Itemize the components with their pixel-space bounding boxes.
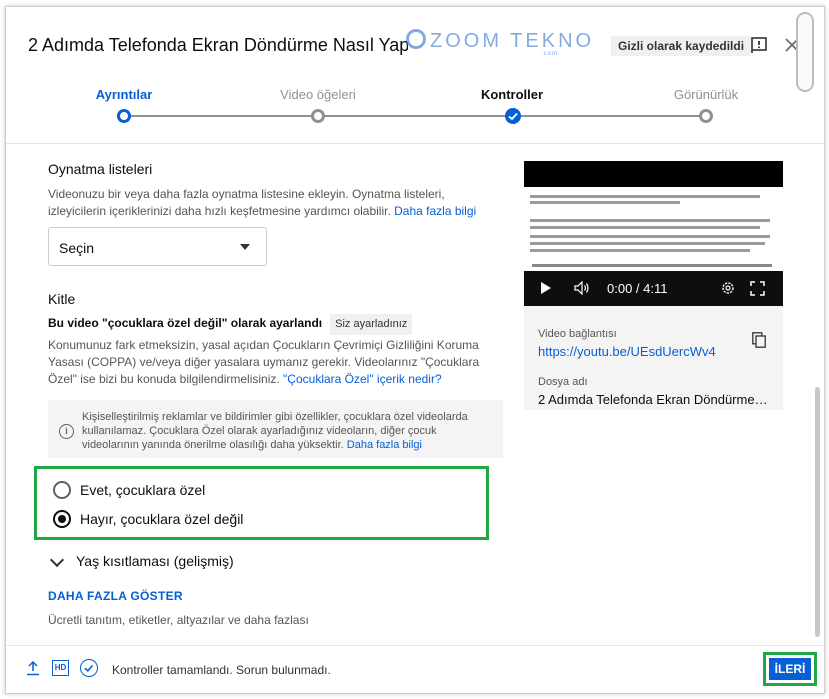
step-dot-checks[interactable] <box>505 108 521 124</box>
audience-setting: Bu video "çocuklara özel değil" olarak a… <box>48 314 413 335</box>
magnifier-icon <box>406 29 426 49</box>
playlist-select-value: Seçin <box>59 240 95 256</box>
step-connector <box>130 115 316 117</box>
fullscreen-icon[interactable] <box>750 281 765 296</box>
next-button-highlight: İLERİ <box>763 652 817 686</box>
frame-text-line <box>530 249 750 252</box>
upload-dialog: 2 Adımda Telefonda Ekran Döndürme Nasıl … <box>5 6 825 694</box>
frame-text-line <box>530 226 760 229</box>
playlist-select[interactable]: Seçin <box>48 227 267 266</box>
info-learn-more-link[interactable]: Daha fazla bilgi <box>347 439 422 451</box>
audience-options-highlight: Evet, çocuklara özel Hayır, çocuklara öz… <box>34 466 489 540</box>
play-icon[interactable] <box>541 282 551 294</box>
checkmark-icon <box>84 664 94 672</box>
audience-heading: Kitle <box>48 291 76 307</box>
video-time: 0:00 / 4:11 <box>607 281 668 296</box>
step-label-video-elements[interactable]: Video öğeleri <box>248 87 388 102</box>
frame-text-line <box>530 195 760 198</box>
video-player[interactable]: 0:00 / 4:11 <box>524 161 783 306</box>
age-restriction-toggle[interactable]: Yaş kısıtlaması (gelişmiş) <box>76 553 234 569</box>
file-name-label: Dosya adı <box>538 376 588 388</box>
info-icon: i <box>59 424 74 439</box>
video-top-bar <box>524 161 783 187</box>
watermark-text: ZOOM TEKNO <box>430 30 595 52</box>
show-more-button[interactable]: DAHA FAZLA GÖSTER <box>48 589 183 603</box>
content-scrollbar[interactable] <box>815 387 820 637</box>
saved-status-badge: Gizli olarak kaydedildi <box>611 36 752 56</box>
radio-label-not-made-for-kids[interactable]: Hayır, çocuklara özel değil <box>80 511 243 527</box>
next-button[interactable]: İLERİ <box>769 658 811 680</box>
audience-description: Konumunuz fark etmeksizin, yasal açıdan … <box>48 337 488 388</box>
step-label-details[interactable]: Ayrıntılar <box>54 87 194 102</box>
step-dot-details[interactable] <box>117 109 131 123</box>
radio-made-for-kids[interactable] <box>53 481 71 499</box>
file-name: 2 Adımda Telefonda Ekran Döndürme Nasıl … <box>538 392 768 407</box>
step-label-visibility[interactable]: Görünürlük <box>636 87 776 102</box>
playlists-heading: Oynatma listeleri <box>48 161 153 177</box>
gear-icon[interactable] <box>720 280 736 296</box>
made-for-kids-link[interactable]: "Çocuklara Özel" içerik nedir? <box>283 372 442 386</box>
info-text: Kişiselleştirilmiş reklamlar ve bildirim… <box>82 410 482 452</box>
checkmark-icon <box>508 112 518 121</box>
show-more-description: Ücretli tanıtım, etiketler, altyazılar v… <box>48 613 309 627</box>
playlists-description-text: Videonuzu bir veya daha fazla oynatma li… <box>48 187 445 218</box>
step-connector <box>518 115 704 117</box>
volume-icon[interactable] <box>574 281 590 295</box>
video-link-label: Video bağlantısı <box>538 328 617 340</box>
hd-icon: HD <box>52 660 69 676</box>
playlists-description: Videonuzu bir veya daha fazla oynatma li… <box>48 186 488 220</box>
video-preview-card: 0:00 / 4:11 Video bağlantısı https://you… <box>524 161 783 410</box>
upload-icon <box>27 660 39 676</box>
upload-stepper: Ayrıntılar Video öğeleri Kontroller Görü… <box>6 75 824 144</box>
audience-setting-label: Bu video "çocuklara özel değil" olarak a… <box>48 316 323 330</box>
feedback-flag-icon[interactable] <box>750 36 768 54</box>
step-dot-visibility[interactable] <box>699 109 713 123</box>
dialog-footer: HD Kontroller tamamlandı. Sorun bulunmad… <box>6 645 824 693</box>
video-frame <box>524 187 783 271</box>
checks-status: Kontroller tamamlandı. Sorun bulunmadı. <box>112 663 331 677</box>
copy-icon[interactable] <box>752 332 766 348</box>
step-dot-video-elements[interactable] <box>311 109 325 123</box>
video-controls: 0:00 / 4:11 <box>524 271 783 306</box>
step-connector <box>324 115 510 117</box>
chevron-down-icon[interactable] <box>49 552 65 568</box>
dialog-header: 2 Adımda Telefonda Ekran Döndürme Nasıl … <box>6 7 824 92</box>
video-link[interactable]: https://youtu.be/UEsdUercWv4 <box>538 344 716 359</box>
frame-text-line <box>530 219 770 222</box>
step-label-checks[interactable]: Kontroller <box>442 87 582 102</box>
video-title: 2 Adımda Telefonda Ekran Döndürme Nasıl … <box>28 35 408 55</box>
video-progress-bar[interactable] <box>532 264 772 267</box>
frame-text-line <box>530 235 770 238</box>
checks-complete-icon <box>80 659 98 677</box>
info-box: i Kişiselleştirilmiş reklamlar ve bildir… <box>48 400 503 458</box>
watermark-logo: ZOOM TEKNO .com <box>406 29 595 57</box>
watermark-sub: .com <box>541 51 559 57</box>
caret-down-icon <box>240 244 250 250</box>
playlists-learn-more-link[interactable]: Daha fazla bilgi <box>394 204 476 218</box>
radio-not-made-for-kids[interactable] <box>53 510 71 528</box>
radio-label-made-for-kids[interactable]: Evet, çocuklara özel <box>80 482 205 498</box>
frame-text-line <box>530 242 765 245</box>
set-by-you-badge: Siz ayarladınız <box>330 314 413 335</box>
frame-text-line <box>530 201 680 204</box>
